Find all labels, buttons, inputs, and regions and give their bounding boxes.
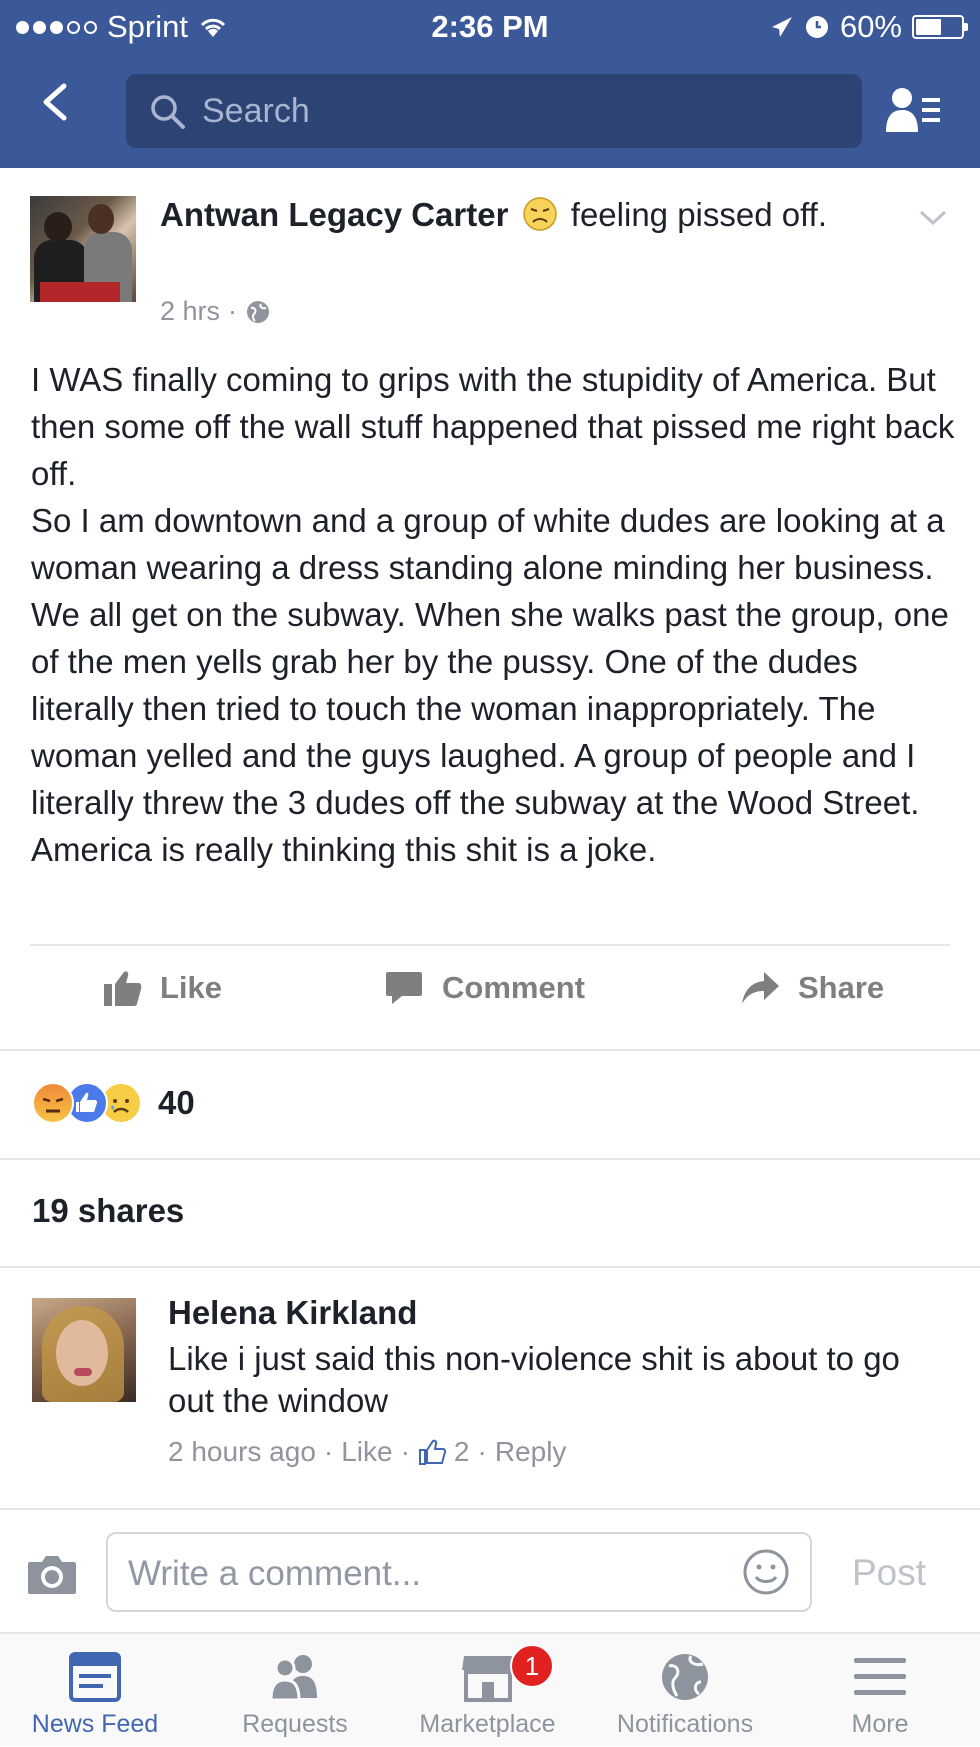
- status-bar: Sprint 2:36 PM 60%: [0, 0, 980, 56]
- angry-reaction-icon: [32, 1082, 74, 1124]
- chevron-down-icon[interactable]: [918, 208, 948, 228]
- share-label: Share: [798, 970, 885, 1005]
- divider: [0, 1508, 980, 1510]
- meta-separator: ·: [400, 1436, 410, 1467]
- tab-label: News Feed: [31, 1710, 159, 1738]
- divider: [0, 1049, 980, 1051]
- search-placeholder: Search: [202, 92, 310, 130]
- location-arrow-icon: [771, 17, 792, 37]
- comment-button[interactable]: Comment: [384, 968, 585, 1008]
- comment-label: Comment: [442, 970, 585, 1005]
- feeling-text: feeling pissed off.: [570, 196, 828, 233]
- comment-like-count: 2: [453, 1436, 470, 1467]
- thumbs-up-outline-icon: [418, 1439, 446, 1465]
- marketplace-icon: [462, 1656, 514, 1702]
- reactions-summary[interactable]: 40: [32, 1082, 195, 1124]
- friend-requests-icon: [269, 1655, 317, 1702]
- like-button[interactable]: Like: [102, 968, 222, 1008]
- angry-face-icon: [522, 197, 557, 231]
- back-arrow-icon[interactable]: [36, 82, 76, 122]
- share-arrow-icon: [742, 972, 779, 1004]
- tab-label: More: [851, 1710, 909, 1738]
- tab-notifications[interactable]: Notifications: [595, 1634, 775, 1747]
- divider: [30, 944, 950, 946]
- globe-privacy-icon: [247, 300, 270, 323]
- share-button[interactable]: Share: [740, 968, 884, 1008]
- tab-bar: News Feed Requests 1 Marketplace Notific…: [0, 1632, 980, 1745]
- status-right: 60%: [770, 9, 968, 45]
- search-icon: [151, 95, 185, 129]
- tab-requests[interactable]: Requests: [205, 1634, 385, 1747]
- meta-separator: ·: [477, 1436, 487, 1467]
- alarm-icon: [805, 16, 828, 38]
- tab-marketplace[interactable]: 1 Marketplace: [400, 1634, 575, 1747]
- tab-news-feed[interactable]: News Feed: [10, 1634, 180, 1747]
- like-label: Like: [160, 970, 223, 1005]
- meta-separator: ·: [323, 1436, 334, 1467]
- post-comment-button[interactable]: Post: [852, 1552, 926, 1594]
- comment-input[interactable]: Write a comment...: [106, 1532, 812, 1612]
- battery-icon: [912, 15, 968, 39]
- battery-percent: 60%: [839, 9, 902, 44]
- thumbs-up-icon: [104, 971, 142, 1006]
- author-name[interactable]: Antwan Legacy Carter: [160, 196, 508, 233]
- tab-more[interactable]: More: [800, 1634, 960, 1747]
- emoji-icon[interactable]: [742, 1548, 790, 1596]
- post-meta: 2 hrs ·: [160, 296, 271, 327]
- meta-separator: ·: [228, 296, 238, 326]
- commenter-avatar[interactable]: [32, 1298, 136, 1402]
- comment-time: 2 hours ago: [168, 1436, 316, 1467]
- post-time[interactable]: 2 hrs: [160, 296, 220, 327]
- divider: [0, 1266, 980, 1268]
- post-body: I WAS finally coming to grips with the s…: [31, 361, 955, 868]
- search-input[interactable]: Search: [126, 74, 862, 148]
- comment-text: Like i just said this non-violence shit …: [168, 1340, 900, 1419]
- globe-icon: [662, 1654, 708, 1700]
- comment-meta: 2 hours ago · Like · 2 · Reply: [168, 1436, 566, 1468]
- marketplace-badge: 1: [510, 1644, 554, 1688]
- post-header: Antwan Legacy Carter feeling pissed off.: [160, 192, 860, 238]
- comment-icon: [386, 972, 422, 1004]
- comment-placeholder: Write a comment...: [128, 1554, 422, 1593]
- tab-label: Notifications: [616, 1710, 754, 1738]
- tab-label: Marketplace: [419, 1710, 556, 1738]
- comment-like-link[interactable]: Like: [341, 1436, 392, 1468]
- shares-count[interactable]: 19 shares: [32, 1192, 184, 1230]
- divider: [0, 1158, 980, 1160]
- post-actions: Like Comment Share: [0, 968, 980, 1028]
- menu-icon: [854, 1658, 906, 1695]
- friend-list-icon[interactable]: [886, 86, 942, 136]
- camera-icon[interactable]: [26, 1552, 78, 1596]
- top-bar: Sprint 2:36 PM 60% Search: [0, 0, 980, 168]
- reaction-count: 40: [158, 1084, 195, 1121]
- commenter-name[interactable]: Helena Kirkland: [168, 1294, 417, 1332]
- author-avatar[interactable]: [30, 196, 136, 302]
- reply-link[interactable]: Reply: [495, 1436, 567, 1468]
- news-feed-icon: [69, 1652, 121, 1702]
- tab-label: Requests: [242, 1710, 348, 1738]
